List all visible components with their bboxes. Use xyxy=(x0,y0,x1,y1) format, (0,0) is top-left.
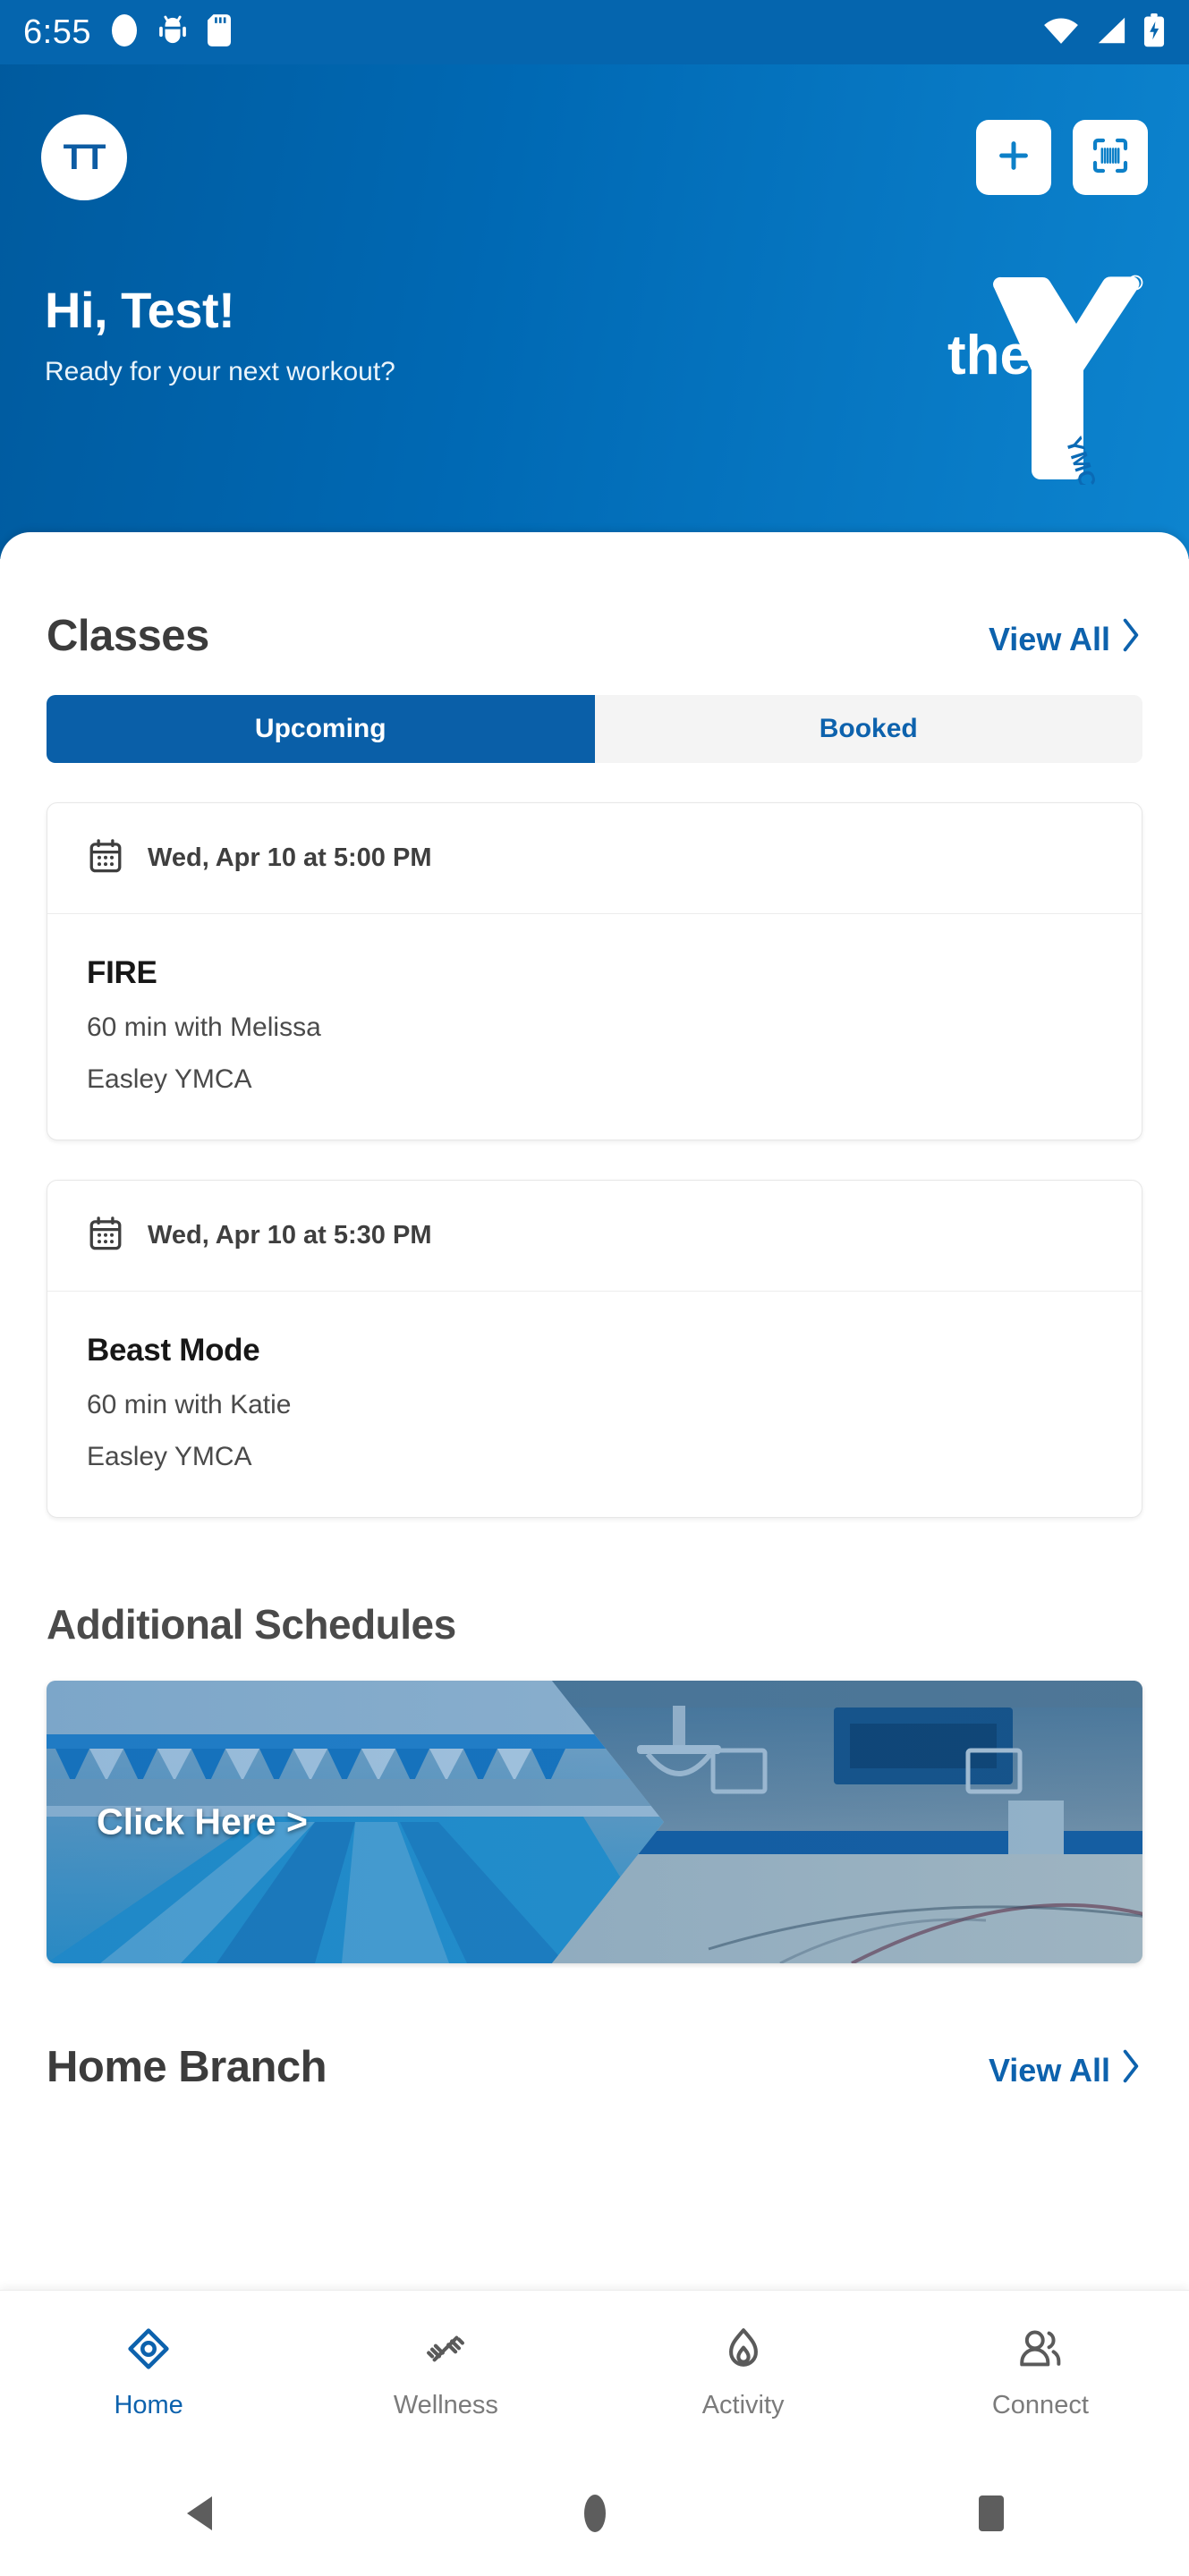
status-bar: 6:55 xyxy=(0,0,1189,64)
flame-icon xyxy=(720,2326,767,2377)
ymca-logo: the YMCA R xyxy=(931,265,1146,507)
class-card-datetime-row: Wed, Apr 10 at 5:30 PM xyxy=(47,1181,1142,1292)
class-datetime: Wed, Apr 10 at 5:00 PM xyxy=(148,843,432,872)
barcode-scan-icon xyxy=(1089,134,1132,182)
system-navigation-bar xyxy=(0,2455,1189,2576)
android-bug-icon xyxy=(157,15,188,50)
bottom-navigation: Home Wellness Activity Connect xyxy=(0,2290,1189,2455)
wifi-icon xyxy=(1042,16,1080,49)
classes-view-all-label: View All xyxy=(988,620,1110,657)
home-branch-section-header: Home Branch View All xyxy=(0,2042,1189,2092)
battery-charging-icon xyxy=(1142,13,1166,52)
additional-schedules-title: Additional Schedules xyxy=(47,1601,456,1648)
plus-icon xyxy=(993,135,1034,181)
status-bar-clock: 6:55 xyxy=(23,13,91,51)
home-branch-view-all-label: View All xyxy=(988,2051,1110,2089)
class-location: Easley YMCA xyxy=(87,1064,252,1094)
greeting-block: Hi, Test! Ready for your next workout? xyxy=(45,284,395,387)
class-duration-instructor: 60 min with Melissa xyxy=(87,1013,321,1042)
circle-icon xyxy=(111,13,138,52)
people-icon xyxy=(1016,2326,1065,2377)
system-recents-button[interactable] xyxy=(793,2495,1189,2537)
banner-click-here-label: Click Here > xyxy=(97,1801,308,1843)
classes-view-all-link[interactable]: View All xyxy=(989,617,1142,661)
add-button[interactable] xyxy=(976,120,1051,195)
class-name: FIRE xyxy=(87,955,157,990)
home-branch-title: Home Branch xyxy=(47,2043,327,2091)
system-back-button[interactable] xyxy=(0,2495,396,2537)
avatar-initials: TT xyxy=(63,137,106,177)
calendar-icon xyxy=(87,1215,124,1257)
nav-item-home[interactable]: Home xyxy=(0,2326,297,2420)
chevron-right-icon xyxy=(1119,2048,1142,2092)
dumbbell-icon xyxy=(422,2326,469,2377)
class-card-datetime-row: Wed, Apr 10 at 5:00 PM xyxy=(47,803,1142,914)
home-circle-icon xyxy=(582,2494,608,2538)
class-card[interactable]: Wed, Apr 10 at 5:00 PM FIRE 60 min with … xyxy=(47,802,1142,1140)
svg-text:R: R xyxy=(1132,280,1139,290)
tab-booked-label: Booked xyxy=(819,714,918,743)
location-pin-icon xyxy=(125,2326,172,2377)
cellular-signal-icon xyxy=(1094,16,1128,49)
greeting-title: Hi, Test! xyxy=(45,282,235,338)
chevron-right-icon xyxy=(1119,617,1142,661)
additional-schedules-banner[interactable]: Click Here > xyxy=(47,1681,1142,1963)
content-sheet: Classes View All Upcoming Booked Wed, Ap… xyxy=(0,532,1189,2576)
app-header: TT Hi, Test! Ready for your next workout… xyxy=(0,0,1189,559)
nav-item-connect-label: Connect xyxy=(991,2391,1089,2419)
tab-booked[interactable]: Booked xyxy=(594,695,1142,763)
greeting-subtitle: Ready for your next workout? xyxy=(45,356,395,386)
header-toolbar: TT xyxy=(0,114,1189,200)
class-datetime: Wed, Apr 10 at 5:30 PM xyxy=(148,1221,432,1250)
home-branch-view-all-link[interactable]: View All xyxy=(989,2048,1142,2092)
sd-card-icon xyxy=(207,13,231,51)
status-bar-right xyxy=(1042,13,1166,52)
nav-item-wellness[interactable]: Wellness xyxy=(297,2326,594,2420)
recents-square-icon xyxy=(978,2495,1005,2537)
class-list: Wed, Apr 10 at 5:00 PM FIRE 60 min with … xyxy=(47,802,1142,1518)
scan-barcode-button[interactable] xyxy=(1073,120,1148,195)
header-actions xyxy=(976,120,1148,195)
calendar-icon xyxy=(87,837,124,879)
nav-item-activity-label: Activity xyxy=(701,2391,785,2419)
class-name: Beast Mode xyxy=(87,1333,260,1368)
class-card-body: Beast Mode 60 min with Katie Easley YMCA xyxy=(47,1292,1142,1517)
class-location: Easley YMCA xyxy=(87,1442,252,1471)
back-triangle-icon xyxy=(183,2495,214,2537)
class-duration-instructor: 60 min with Katie xyxy=(87,1390,292,1419)
nav-item-connect[interactable]: Connect xyxy=(892,2326,1189,2420)
tab-upcoming-label: Upcoming xyxy=(254,714,386,743)
nav-item-activity[interactable]: Activity xyxy=(595,2326,892,2420)
status-bar-left: 6:55 xyxy=(23,13,231,52)
tab-upcoming[interactable]: Upcoming xyxy=(47,695,595,763)
nav-item-wellness-label: Wellness xyxy=(393,2391,498,2419)
classes-title: Classes xyxy=(47,612,209,660)
classes-section-header: Classes View All xyxy=(0,611,1189,661)
class-card-body: FIRE 60 min with Melissa Easley YMCA xyxy=(47,914,1142,1140)
avatar[interactable]: TT xyxy=(41,114,127,200)
system-home-button[interactable] xyxy=(396,2494,793,2538)
nav-item-home-label: Home xyxy=(114,2391,183,2419)
logo-word-the: the xyxy=(947,325,1031,386)
app-root: 6:55 TT Hi, Test! Ready for your next wo… xyxy=(0,0,1189,2576)
class-card[interactable]: Wed, Apr 10 at 5:30 PM Beast Mode 60 min… xyxy=(47,1180,1142,1518)
classes-tabs: Upcoming Booked xyxy=(47,695,1142,763)
